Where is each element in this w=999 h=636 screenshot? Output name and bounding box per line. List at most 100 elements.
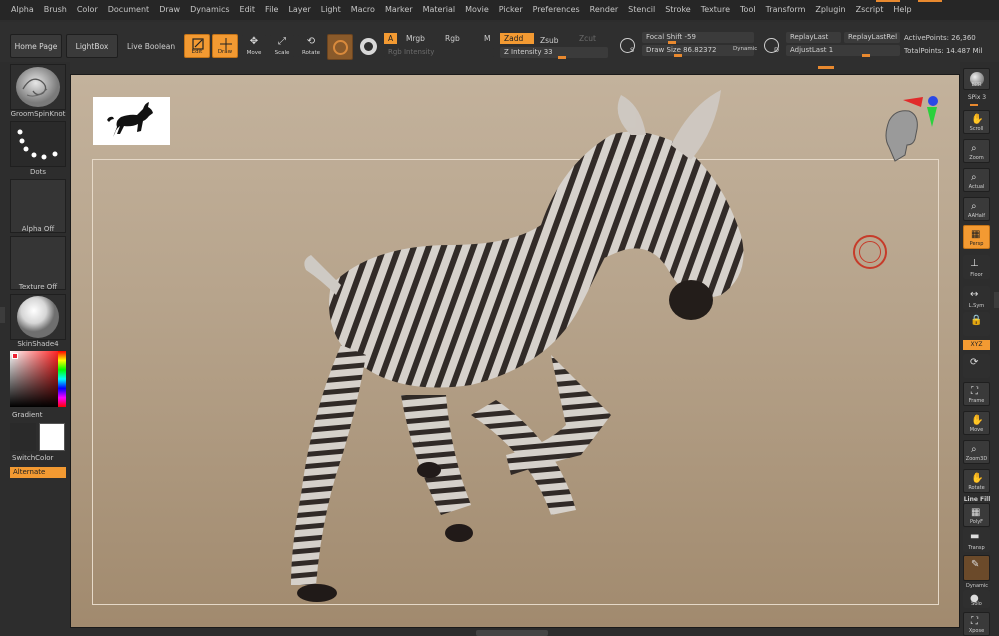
aahalf-button[interactable]: ⌕ AAHalf: [963, 197, 990, 221]
menu-material[interactable]: Material: [418, 0, 461, 20]
rgb-toggle[interactable]: Rgb: [441, 33, 464, 44]
document-canvas[interactable]: [70, 74, 960, 628]
color-picker-square[interactable]: [10, 351, 66, 407]
home-page-button[interactable]: Home Page: [10, 34, 62, 58]
zoom-icon: ⌕: [971, 143, 977, 154]
lightbox-button[interactable]: LightBox: [66, 34, 118, 58]
live-boolean-button[interactable]: Live Boolean: [127, 42, 175, 51]
brush-selector[interactable]: [10, 64, 66, 110]
zoom-button[interactable]: ⌕ Zoom: [963, 139, 990, 163]
secondary-color-swatch[interactable]: [39, 423, 65, 451]
gradient-toggle[interactable]: Gradient: [12, 411, 42, 419]
floor-button[interactable]: ⊥ Floor: [963, 255, 990, 279]
menu-tool[interactable]: Tool: [735, 0, 761, 20]
stroke-selector[interactable]: [10, 121, 66, 167]
switch-color-button[interactable]: SwitchColor: [12, 454, 53, 462]
menu-stencil[interactable]: Stencil: [623, 0, 660, 20]
xyz-toggle[interactable]: XYZ: [963, 340, 990, 350]
texture-selector[interactable]: [10, 236, 66, 290]
xpose-button[interactable]: ⛶ Xpose: [963, 612, 990, 636]
adjust-last-knob[interactable]: [862, 54, 870, 57]
transp-icon: ▬: [970, 531, 980, 542]
menu-picker[interactable]: Picker: [494, 0, 528, 20]
ghost-button[interactable]: ✎: [963, 555, 990, 581]
m-toggle[interactable]: M: [480, 33, 494, 44]
menu-layer[interactable]: Layer: [283, 0, 315, 20]
scale-button[interactable]: ⤢ Scale: [270, 34, 294, 58]
scroll-icon: ✋: [971, 114, 984, 125]
menu-movie[interactable]: Movie: [460, 0, 494, 20]
actual-button[interactable]: ⌕ Actual: [963, 168, 990, 192]
color-picker-icon[interactable]: [360, 38, 377, 55]
draw-size-knob[interactable]: [674, 54, 682, 57]
lock-button[interactable]: 🔒: [963, 312, 990, 336]
rotate-button[interactable]: ⟲ Rotate: [298, 34, 324, 58]
menu-render[interactable]: Render: [585, 0, 623, 20]
material-swatch-button[interactable]: [327, 34, 353, 60]
menu-stroke[interactable]: Stroke: [660, 0, 696, 20]
mrgb-toggle[interactable]: Mrgb: [402, 33, 429, 44]
menu-edit[interactable]: Edit: [235, 0, 261, 20]
move-button[interactable]: ✥ Move: [242, 34, 266, 58]
hue-strip[interactable]: [58, 351, 66, 407]
focal-shift-knob[interactable]: [668, 41, 676, 44]
menu-zscript[interactable]: Zscript: [851, 0, 889, 20]
spix-knob[interactable]: [970, 104, 978, 106]
z-intensity-slider[interactable]: Z Intensity 33: [500, 47, 608, 59]
left-shelf: GroomSpinKnot Dots Alpha Off Texture Off…: [0, 62, 70, 636]
z-intensity-knob[interactable]: [558, 56, 566, 59]
menu-draw[interactable]: Draw: [154, 0, 185, 20]
polyf-button[interactable]: ▦ PolyF: [963, 503, 990, 527]
menu-light[interactable]: Light: [316, 0, 346, 20]
spix-slider[interactable]: SPix 3: [960, 94, 994, 101]
alternate-toggle[interactable]: Alternate: [10, 467, 66, 478]
edit-button[interactable]: Edit: [184, 34, 210, 58]
adjust-last-slider[interactable]: AdjustLast 1: [786, 45, 900, 57]
bottom-tray-handle[interactable]: [476, 630, 548, 636]
menu-alpha[interactable]: Alpha: [6, 0, 39, 20]
draw-button[interactable]: Draw: [212, 34, 238, 58]
menu-macro[interactable]: Macro: [346, 0, 380, 20]
navigation-head-gizmo[interactable]: [871, 95, 941, 175]
toolbar-scroll-indicator[interactable]: [818, 66, 834, 69]
focal-shift-slider[interactable]: Focal Shift -59: [642, 32, 754, 44]
color-marker[interactable]: [12, 353, 18, 359]
persp-button[interactable]: ▦ Persp: [963, 225, 990, 249]
menu-help[interactable]: Help: [888, 0, 916, 20]
rotate-axis-button[interactable]: ⟳: [963, 354, 990, 378]
menu-document[interactable]: Document: [103, 0, 154, 20]
menu-zplugin[interactable]: Zplugin: [810, 0, 850, 20]
lightbox-label: LightBox: [75, 41, 109, 51]
transp-button[interactable]: ▬ Transp: [963, 528, 990, 552]
menu-texture[interactable]: Texture: [696, 0, 735, 20]
bpr-button[interactable]: BPR: [963, 68, 990, 90]
menu-color[interactable]: Color: [72, 0, 103, 20]
a-toggle[interactable]: A: [384, 33, 398, 44]
zsub-toggle[interactable]: Zsub: [536, 35, 563, 46]
menu-brush[interactable]: Brush: [39, 0, 72, 20]
move-view-button[interactable]: ✋ Move: [963, 411, 990, 435]
xpose-label: Xpose: [968, 628, 985, 634]
material-selector[interactable]: [10, 294, 66, 340]
right-tray-handle[interactable]: [994, 292, 999, 308]
left-tray-handle[interactable]: [0, 307, 5, 323]
solo-button[interactable]: ● Solo: [963, 590, 990, 608]
menu-transform[interactable]: Transform: [761, 0, 811, 20]
menu-preferences[interactable]: Preferences: [528, 0, 585, 20]
menu-dynamics[interactable]: Dynamics: [185, 0, 234, 20]
zoom3d-button[interactable]: ⌕ Zoom3D: [963, 440, 990, 464]
scroll-button[interactable]: ✋ Scroll: [963, 110, 990, 134]
rgb-intensity-slider[interactable]: Rgb Intensity: [384, 47, 494, 58]
frame-button[interactable]: ⛶ Frame: [963, 382, 990, 406]
zebra-model[interactable]: [71, 75, 961, 629]
menu-marker[interactable]: Marker: [380, 0, 418, 20]
zcut-toggle[interactable]: Zcut: [575, 33, 600, 44]
rotate-view-button[interactable]: ✋ Rotate: [963, 469, 990, 493]
main-color-swatch[interactable]: [10, 423, 36, 451]
zadd-toggle[interactable]: Zadd: [500, 33, 534, 44]
replay-last-rel-button[interactable]: ReplayLastRel: [844, 32, 900, 43]
replay-last-button[interactable]: ReplayLast: [786, 32, 841, 43]
lsym-button[interactable]: ↔ L.Sym: [963, 286, 990, 310]
dynamic-toggle[interactable]: Dynamic: [733, 46, 757, 52]
menu-file[interactable]: File: [260, 0, 283, 20]
